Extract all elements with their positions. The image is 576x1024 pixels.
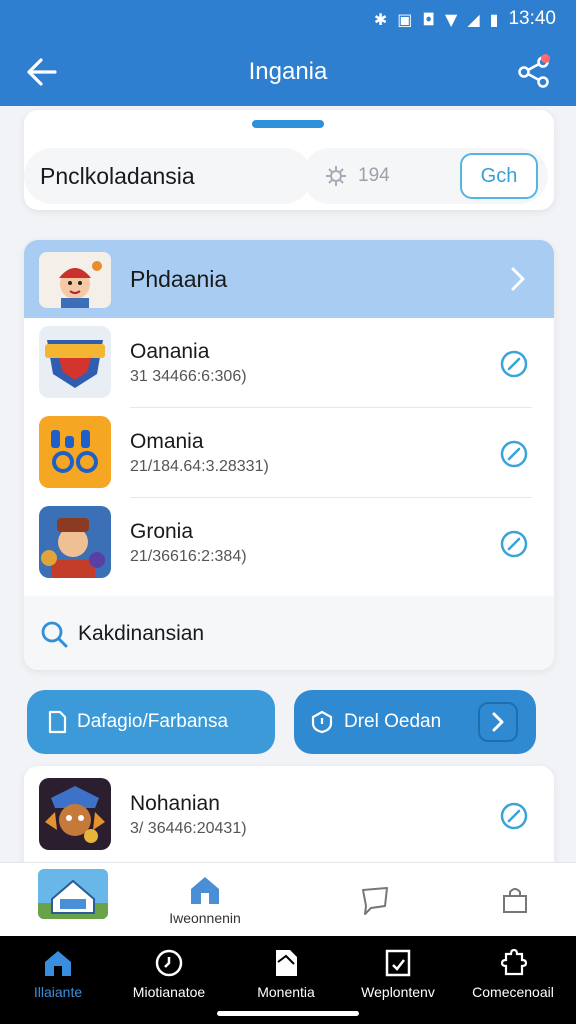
action-right-label: Drel Oedan (344, 711, 442, 732)
nav-label: Illaiante (33, 984, 83, 1000)
tab-home[interactable]: Iweonnenin (150, 863, 260, 937)
home-indicator[interactable] (217, 1011, 359, 1016)
list-item-name: Nohanian (130, 792, 220, 815)
tab-messages[interactable] (350, 863, 400, 937)
arrow-left-icon (27, 58, 57, 86)
list-item[interactable]: Omania 21/184.64:3.28331) (24, 408, 554, 498)
list-item[interactable]: Oanania 31 34466:6:306) (24, 318, 554, 408)
list-item-meta: 31 34466:6:306) (130, 368, 247, 385)
nav-item-puzzle[interactable]: Comecenoail (458, 948, 568, 1000)
list-card: Phdaania Oanania 31 34466:6:306) Omania … (24, 240, 554, 670)
document-icon (276, 950, 297, 976)
list-item-meta: 21/36616:2:384) (130, 548, 247, 565)
clock-icon (155, 949, 183, 977)
list-header-label: Phdaania (130, 265, 228, 292)
avatar (39, 252, 111, 308)
list-item-name: Gronia (130, 520, 194, 543)
list-item-name: Omania (130, 430, 204, 453)
home-icon (191, 877, 219, 904)
search-icon (41, 621, 68, 648)
gear-icon (326, 166, 346, 186)
tab-profile[interactable] (490, 863, 540, 937)
home-icon (45, 951, 71, 976)
message-icon (362, 887, 388, 915)
search-card: 194 Pnclkoladansia Gch (24, 110, 554, 210)
notification-dot (541, 54, 550, 63)
nfc-icon: ▣ (397, 9, 413, 29)
edit-icon[interactable] (500, 802, 528, 830)
status-bar: ✱ ▣ ◘ ▼ ◢ ▮ 13:40 (0, 0, 576, 38)
share-button[interactable] (514, 52, 554, 92)
tab-home-label: Iweonnenin (169, 910, 241, 926)
nav-item-document[interactable]: Monentia (231, 948, 341, 1000)
nav-item-clock[interactable]: Miotianatoe (114, 948, 224, 1000)
list-item-meta: 21/184.64:3.28331) (130, 458, 269, 475)
puzzle-icon (500, 948, 528, 976)
list-item[interactable]: Gronia 21/36616:2:384) (24, 498, 554, 588)
bottom-card: Nohanian 3/ 36446:20431) (24, 766, 554, 870)
page-title: Ingania (248, 58, 328, 85)
action-button-left[interactable]: Dafagio/Farbansa (27, 690, 275, 754)
search-row-label: Kakdinansian (78, 622, 205, 645)
search-input[interactable]: Pnclkoladansia (24, 148, 312, 204)
list-item[interactable]: Nohanian 3/ 36446:20431) (24, 770, 554, 860)
bluetooth-icon: ✱ (373, 9, 388, 29)
nav-item-checkbox[interactable]: Weplontenv (343, 948, 453, 1000)
document-icon (48, 710, 67, 734)
app-thumbnail (39, 326, 111, 398)
nav-label: Comecenoail (472, 984, 554, 1000)
edit-icon[interactable] (500, 530, 528, 558)
action-left-label: Dafagio/Farbansa (77, 711, 229, 732)
app-thumbnail (39, 506, 111, 578)
list-item-meta: 3/ 36446:20431) (130, 820, 247, 837)
nav-label: Miotianatoe (132, 984, 206, 1000)
app-thumbnail (39, 778, 111, 850)
count-value: 194 (358, 165, 390, 186)
vibrate-icon: ◘ (422, 9, 436, 29)
nav-label: Weplontenv (361, 984, 435, 1000)
nav-item-home[interactable]: Illaiante (3, 948, 113, 1000)
shield-icon (311, 710, 333, 734)
chevron-right-icon (492, 712, 504, 732)
chevron-right-icon (511, 267, 525, 291)
search-row[interactable]: Kakdinansian (24, 596, 554, 670)
list-header[interactable]: Phdaania (24, 240, 554, 318)
wifi-icon: ▼ (445, 9, 458, 29)
arrow-button[interactable] (478, 702, 518, 742)
battery-icon: ▮ (489, 9, 499, 29)
back-button[interactable] (22, 52, 62, 92)
edit-icon[interactable] (500, 350, 528, 378)
status-time: 13:40 (508, 8, 556, 29)
go-button[interactable]: Gch (460, 153, 538, 199)
bag-icon (503, 888, 527, 913)
bottom-navigation: Illaiante Miotianatoe Monentia Weplonten… (0, 936, 576, 1024)
list-item-name: Oanania (130, 340, 210, 363)
edit-icon[interactable] (500, 440, 528, 468)
app-thumbnail (39, 416, 111, 488)
nav-label: Monentia (257, 984, 315, 1000)
drag-handle[interactable] (252, 120, 324, 128)
signal-icon: ◢ (467, 9, 480, 29)
tab-strip: Iweonnenin (0, 862, 576, 936)
action-button-right[interactable]: Drel Oedan (294, 690, 536, 754)
app-bar: Ingania (0, 38, 576, 106)
tab-thumbnail[interactable] (38, 869, 108, 919)
checkbox-icon (385, 949, 411, 977)
